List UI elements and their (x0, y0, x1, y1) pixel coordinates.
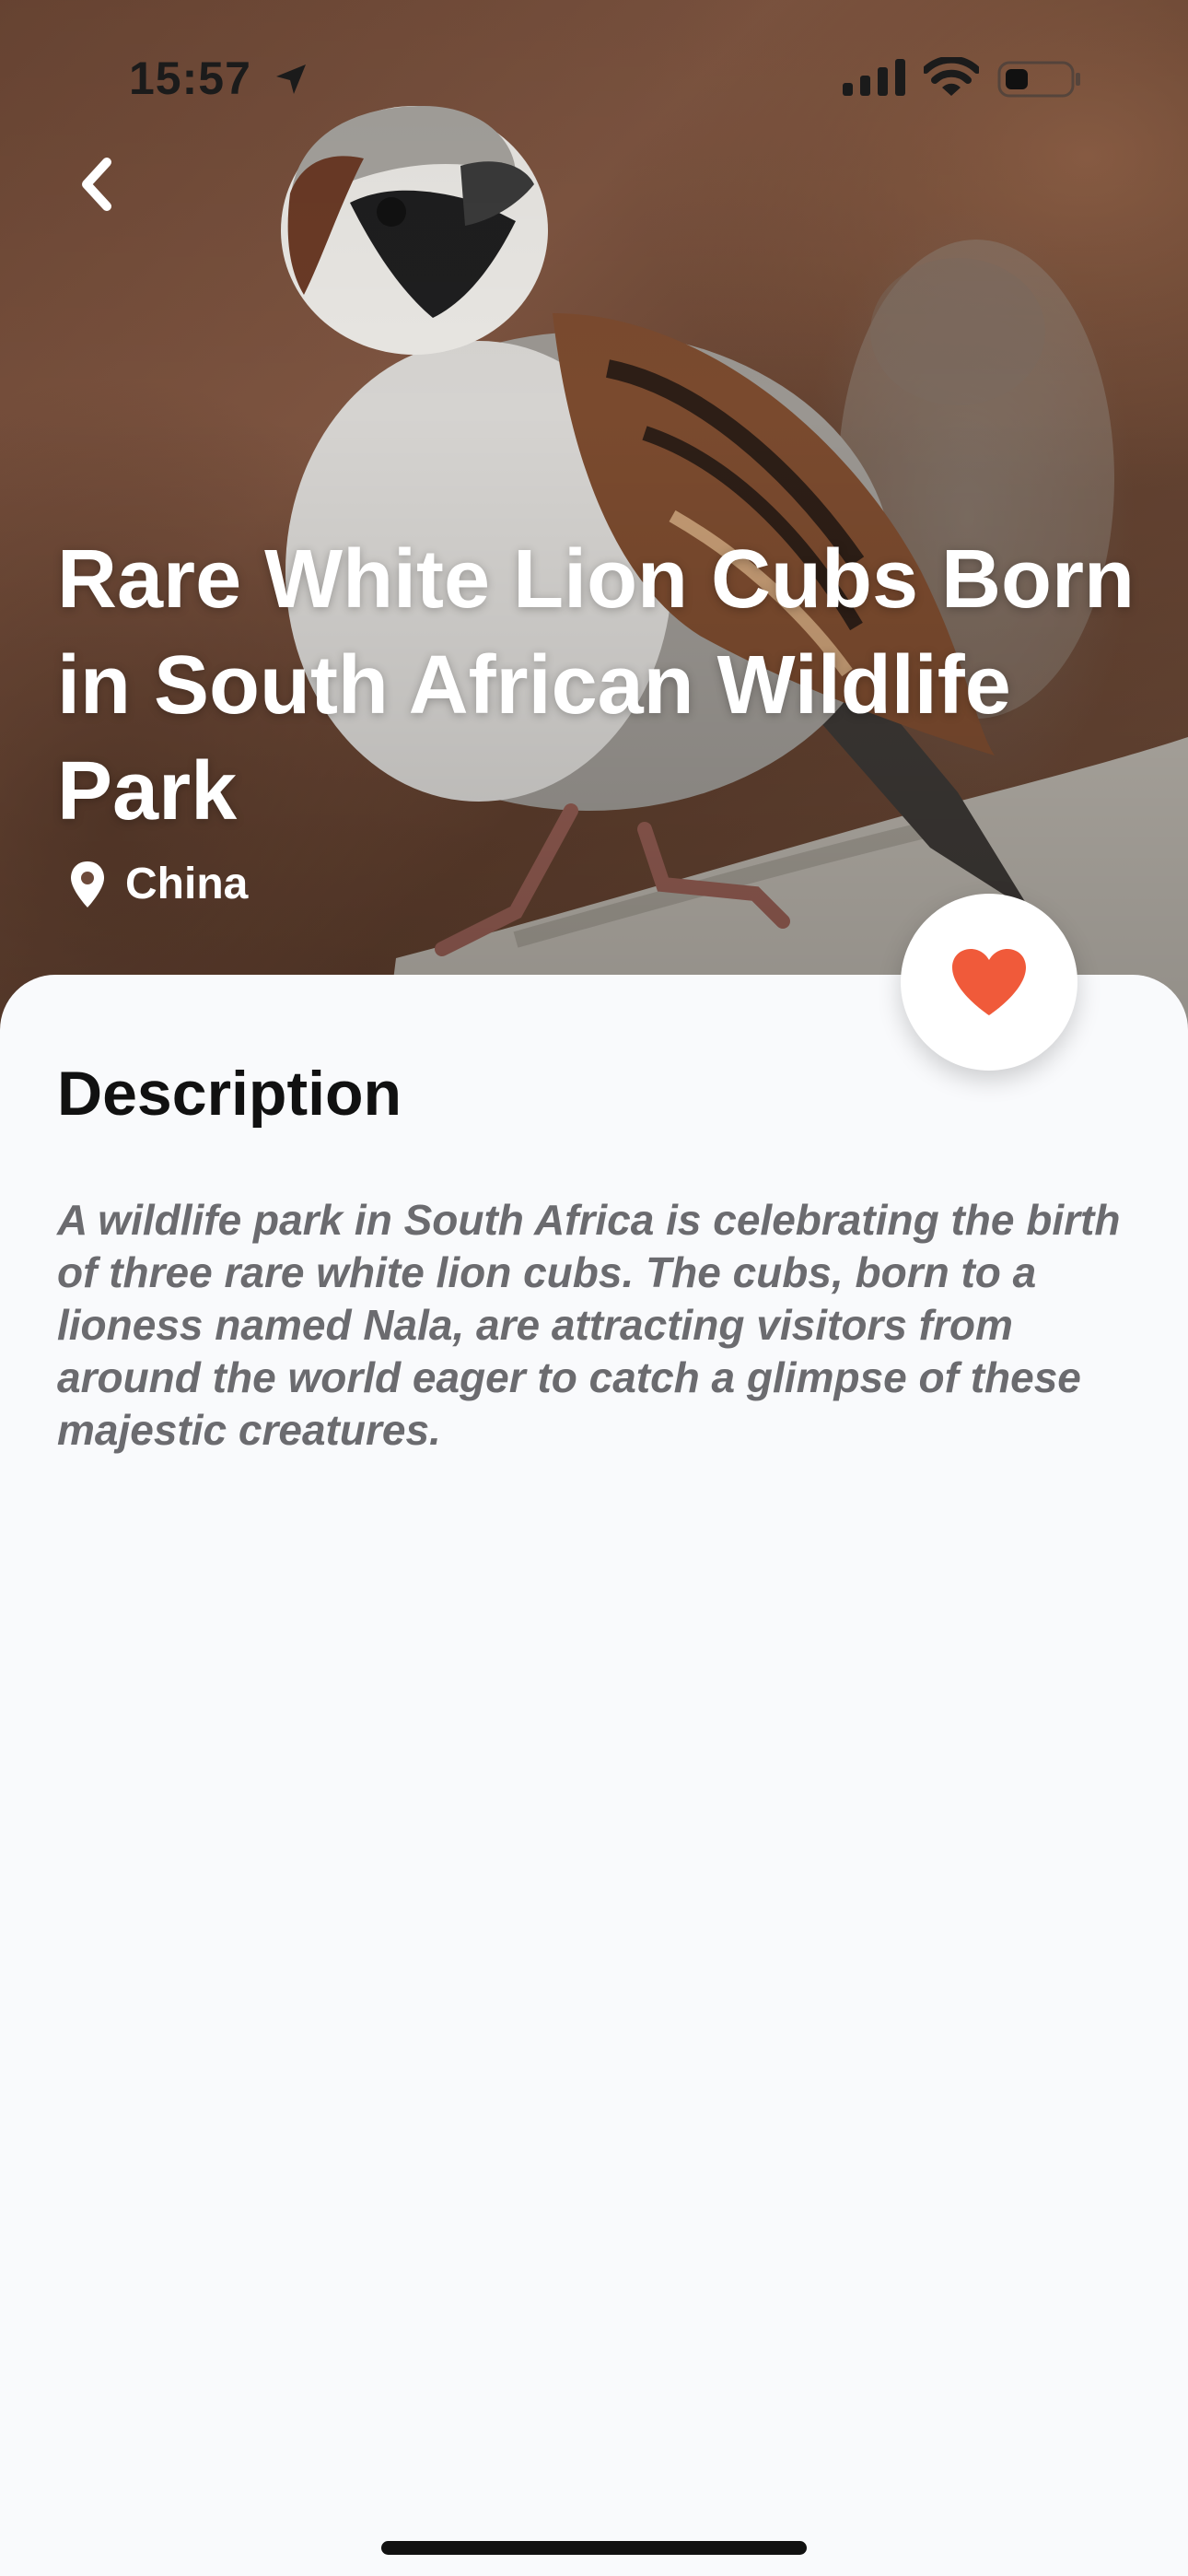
home-indicator[interactable] (381, 2541, 807, 2555)
article-title: Rare White Lion Cubs Born in South Afric… (57, 533, 1135, 837)
status-time: 15:57 (129, 53, 251, 104)
location-arrow-icon (273, 61, 309, 102)
location-row: China (68, 859, 248, 909)
battery-icon (997, 61, 1082, 102)
favorite-button[interactable] (901, 894, 1077, 1071)
back-button[interactable] (70, 147, 125, 221)
cellular-signal-icon (843, 59, 905, 100)
description-heading: Description (57, 1059, 402, 1129)
heart-icon (952, 949, 1026, 1015)
chevron-left-icon (82, 158, 111, 211)
location-label: China (125, 860, 249, 908)
article-detail-screen: 15:57 Rare White Lion Cubs Born in South… (0, 0, 1188, 2576)
map-pin-icon (71, 861, 104, 907)
wifi-icon (922, 55, 981, 102)
status-bar: 15:57 (0, 0, 1188, 157)
description-text: A wildlife park in South Africa is celeb… (57, 1196, 1121, 1454)
